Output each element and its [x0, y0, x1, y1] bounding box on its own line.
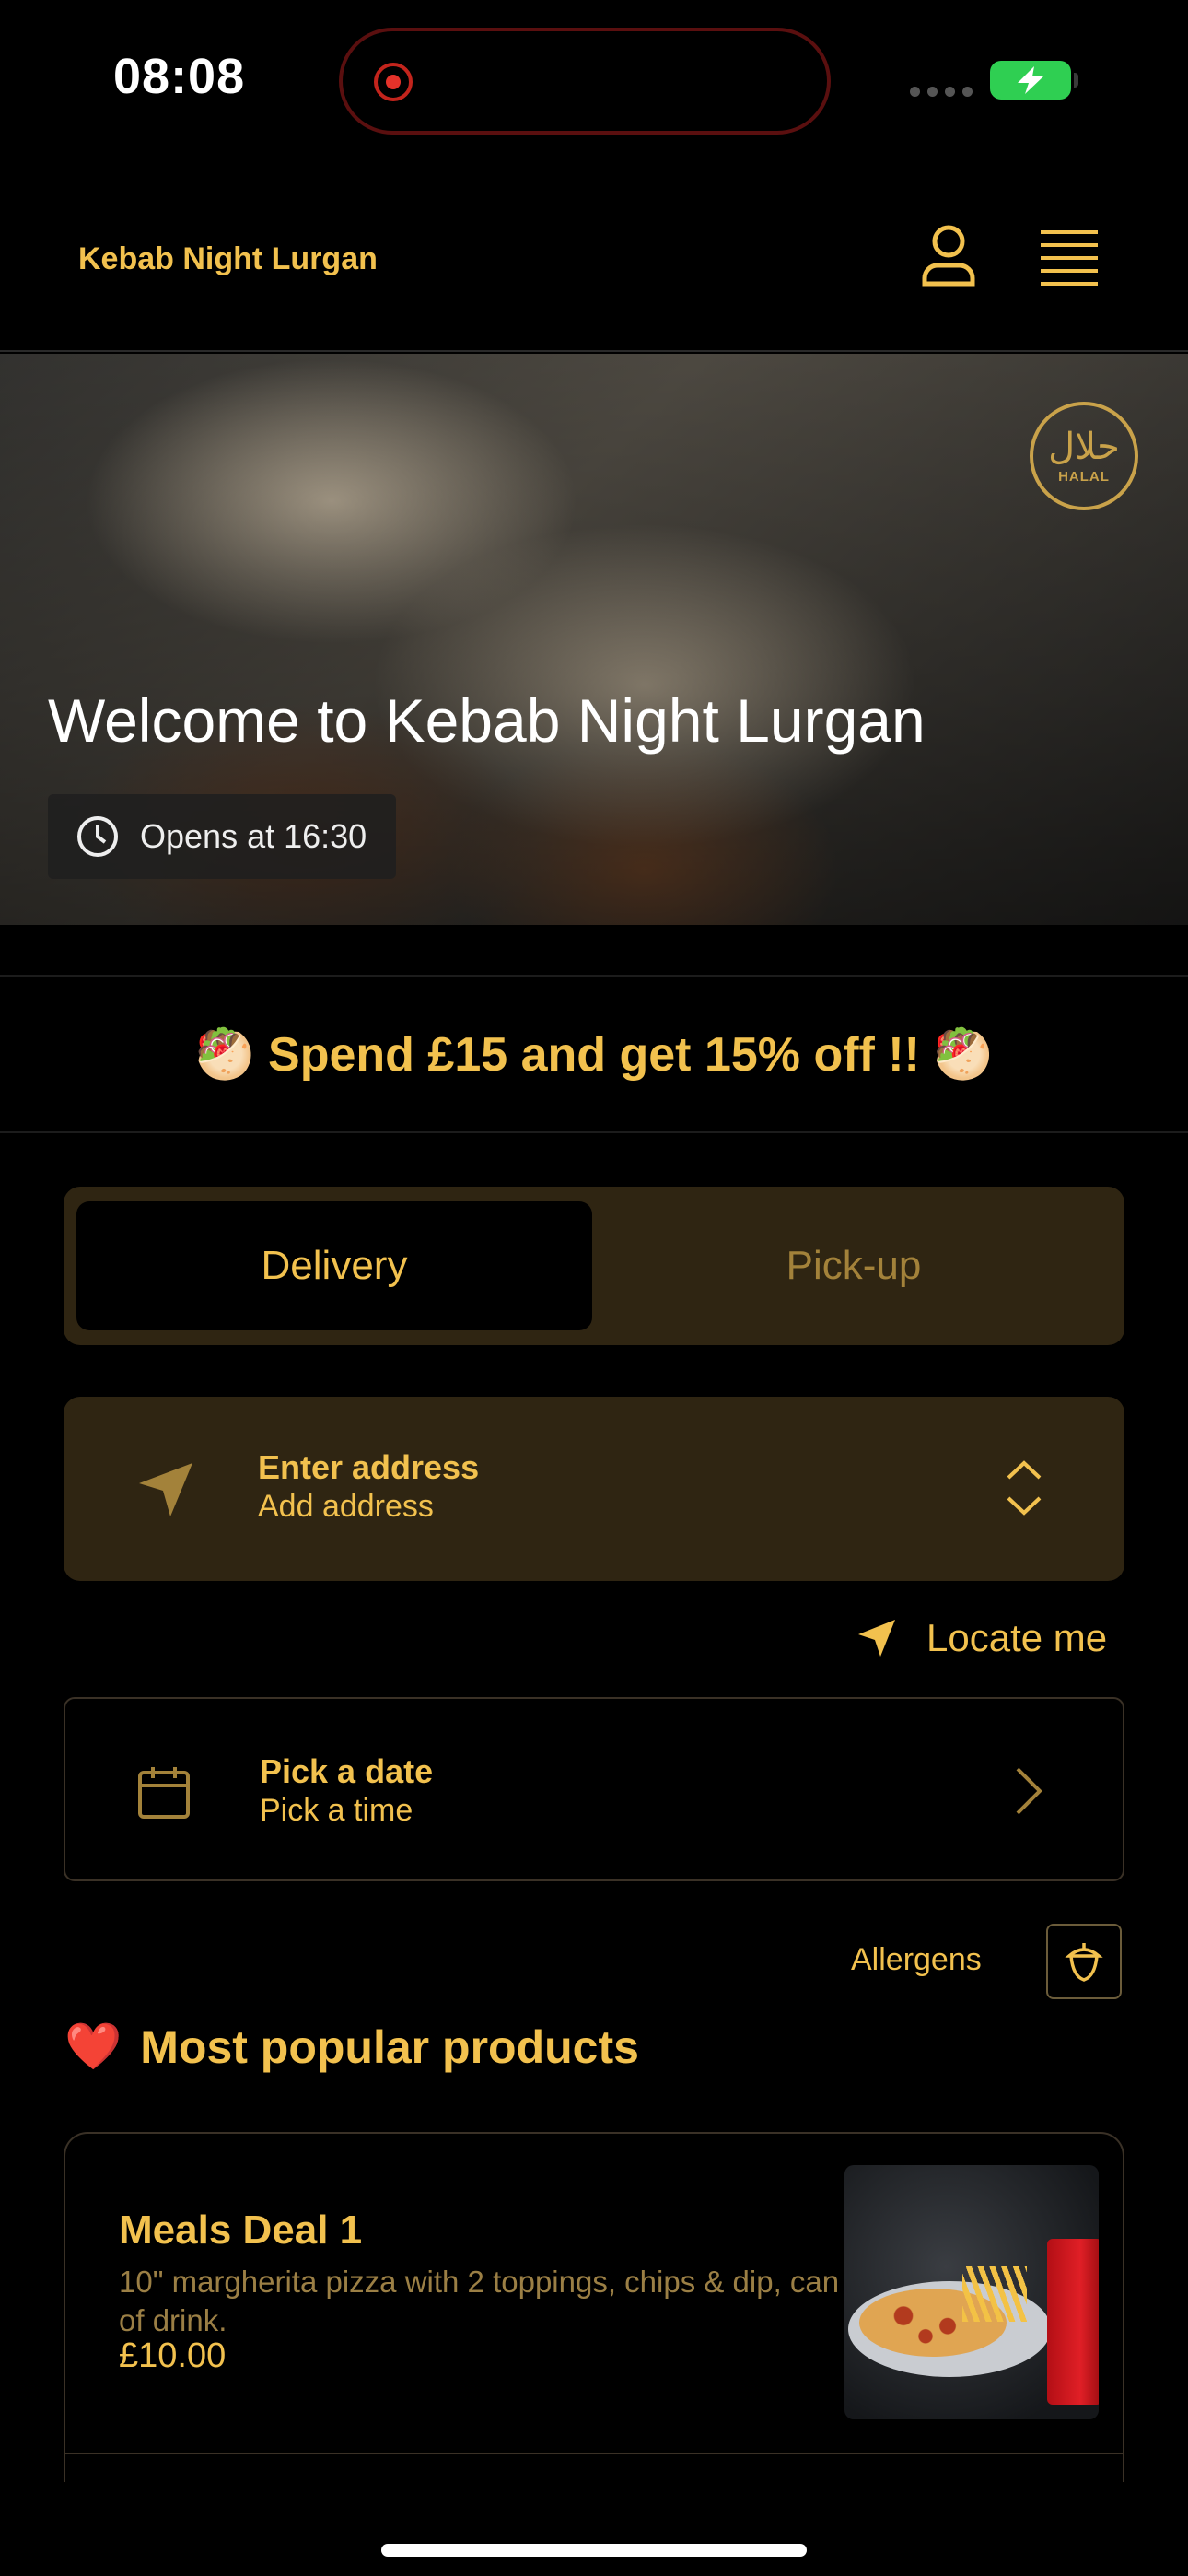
- schedule-subtitle: Pick a time: [260, 1793, 413, 1828]
- calendar-icon: [138, 1767, 190, 1819]
- clock-icon: [77, 816, 118, 857]
- welcome-title: Welcome to Kebab Night Lurgan: [48, 686, 926, 755]
- brand-title[interactable]: Kebab Night Lurgan: [78, 241, 378, 277]
- locate-me-label: Locate me: [926, 1616, 1108, 1659]
- chevron-right-icon: [1016, 1767, 1042, 1815]
- account-button[interactable]: [912, 219, 985, 293]
- navigation-arrow-icon: [139, 1463, 192, 1516]
- halal-badge-icon: حلال HALAL: [1030, 402, 1138, 510]
- address-subtitle: Add address: [258, 1489, 434, 1524]
- product-card[interactable]: Meals Deal 1 10" margherita pizza with 2…: [64, 2132, 1124, 2482]
- section-title-popular: ❤️ Most popular products: [64, 2020, 639, 2074]
- status-time: 08:08: [113, 49, 246, 104]
- allergens-button[interactable]: [1046, 1924, 1122, 1999]
- dynamic-island: [339, 28, 831, 135]
- app-header: Kebab Night Lurgan: [0, 157, 1188, 352]
- product-name: Meals Deal 1: [119, 2207, 363, 2253]
- schedule-title: Pick a date: [260, 1752, 434, 1790]
- order-mode-toggle: Delivery Pick-up: [64, 1187, 1124, 1345]
- product-price: £10.00: [119, 2336, 227, 2375]
- chevron-up-down-icon: [1007, 1460, 1042, 1516]
- menu-icon: [1041, 230, 1098, 286]
- section-title-text: Most popular products: [140, 2020, 639, 2073]
- locate-me-button[interactable]: Locate me: [855, 1610, 1107, 1666]
- menu-button[interactable]: [1037, 225, 1101, 289]
- hero-banner: حلال HALAL Welcome to Kebab Night Lurgan…: [0, 354, 1188, 925]
- halal-badge-text: HALAL: [1058, 468, 1110, 485]
- heart-icon: ❤️: [64, 2020, 122, 2072]
- promo-banner: 🥙 Spend £15 and get 15% off !! 🥙: [0, 975, 1188, 1133]
- schedule-selector[interactable]: Pick a date Pick a time: [64, 1697, 1124, 1881]
- product-divider: [64, 2453, 1124, 2454]
- recording-indicator-icon: [374, 63, 413, 101]
- product-image: [844, 2165, 1099, 2419]
- user-icon: [922, 225, 975, 287]
- tab-pickup[interactable]: Pick-up: [596, 1201, 1112, 1330]
- home-indicator[interactable]: [381, 2544, 807, 2557]
- halal-badge-arabic: حلال: [1048, 425, 1120, 468]
- address-title: Enter address: [258, 1448, 480, 1486]
- location-arrow-icon: [858, 1620, 895, 1657]
- acorn-icon: [1065, 1943, 1103, 1982]
- product-description: 10" margherita pizza with 2 toppings, ch…: [119, 2265, 840, 2337]
- opening-hours-text: Opens at 16:30: [140, 817, 367, 855]
- address-selector[interactable]: Enter address Add address: [64, 1397, 1124, 1581]
- tab-delivery[interactable]: Delivery: [76, 1201, 592, 1330]
- battery-icon: [990, 61, 1078, 100]
- status-bar: 08:08: [0, 0, 1188, 157]
- allergens-label[interactable]: Allergens: [851, 1942, 982, 1978]
- signal-icon: [910, 87, 973, 97]
- opening-hours-badge: Opens at 16:30: [48, 794, 397, 879]
